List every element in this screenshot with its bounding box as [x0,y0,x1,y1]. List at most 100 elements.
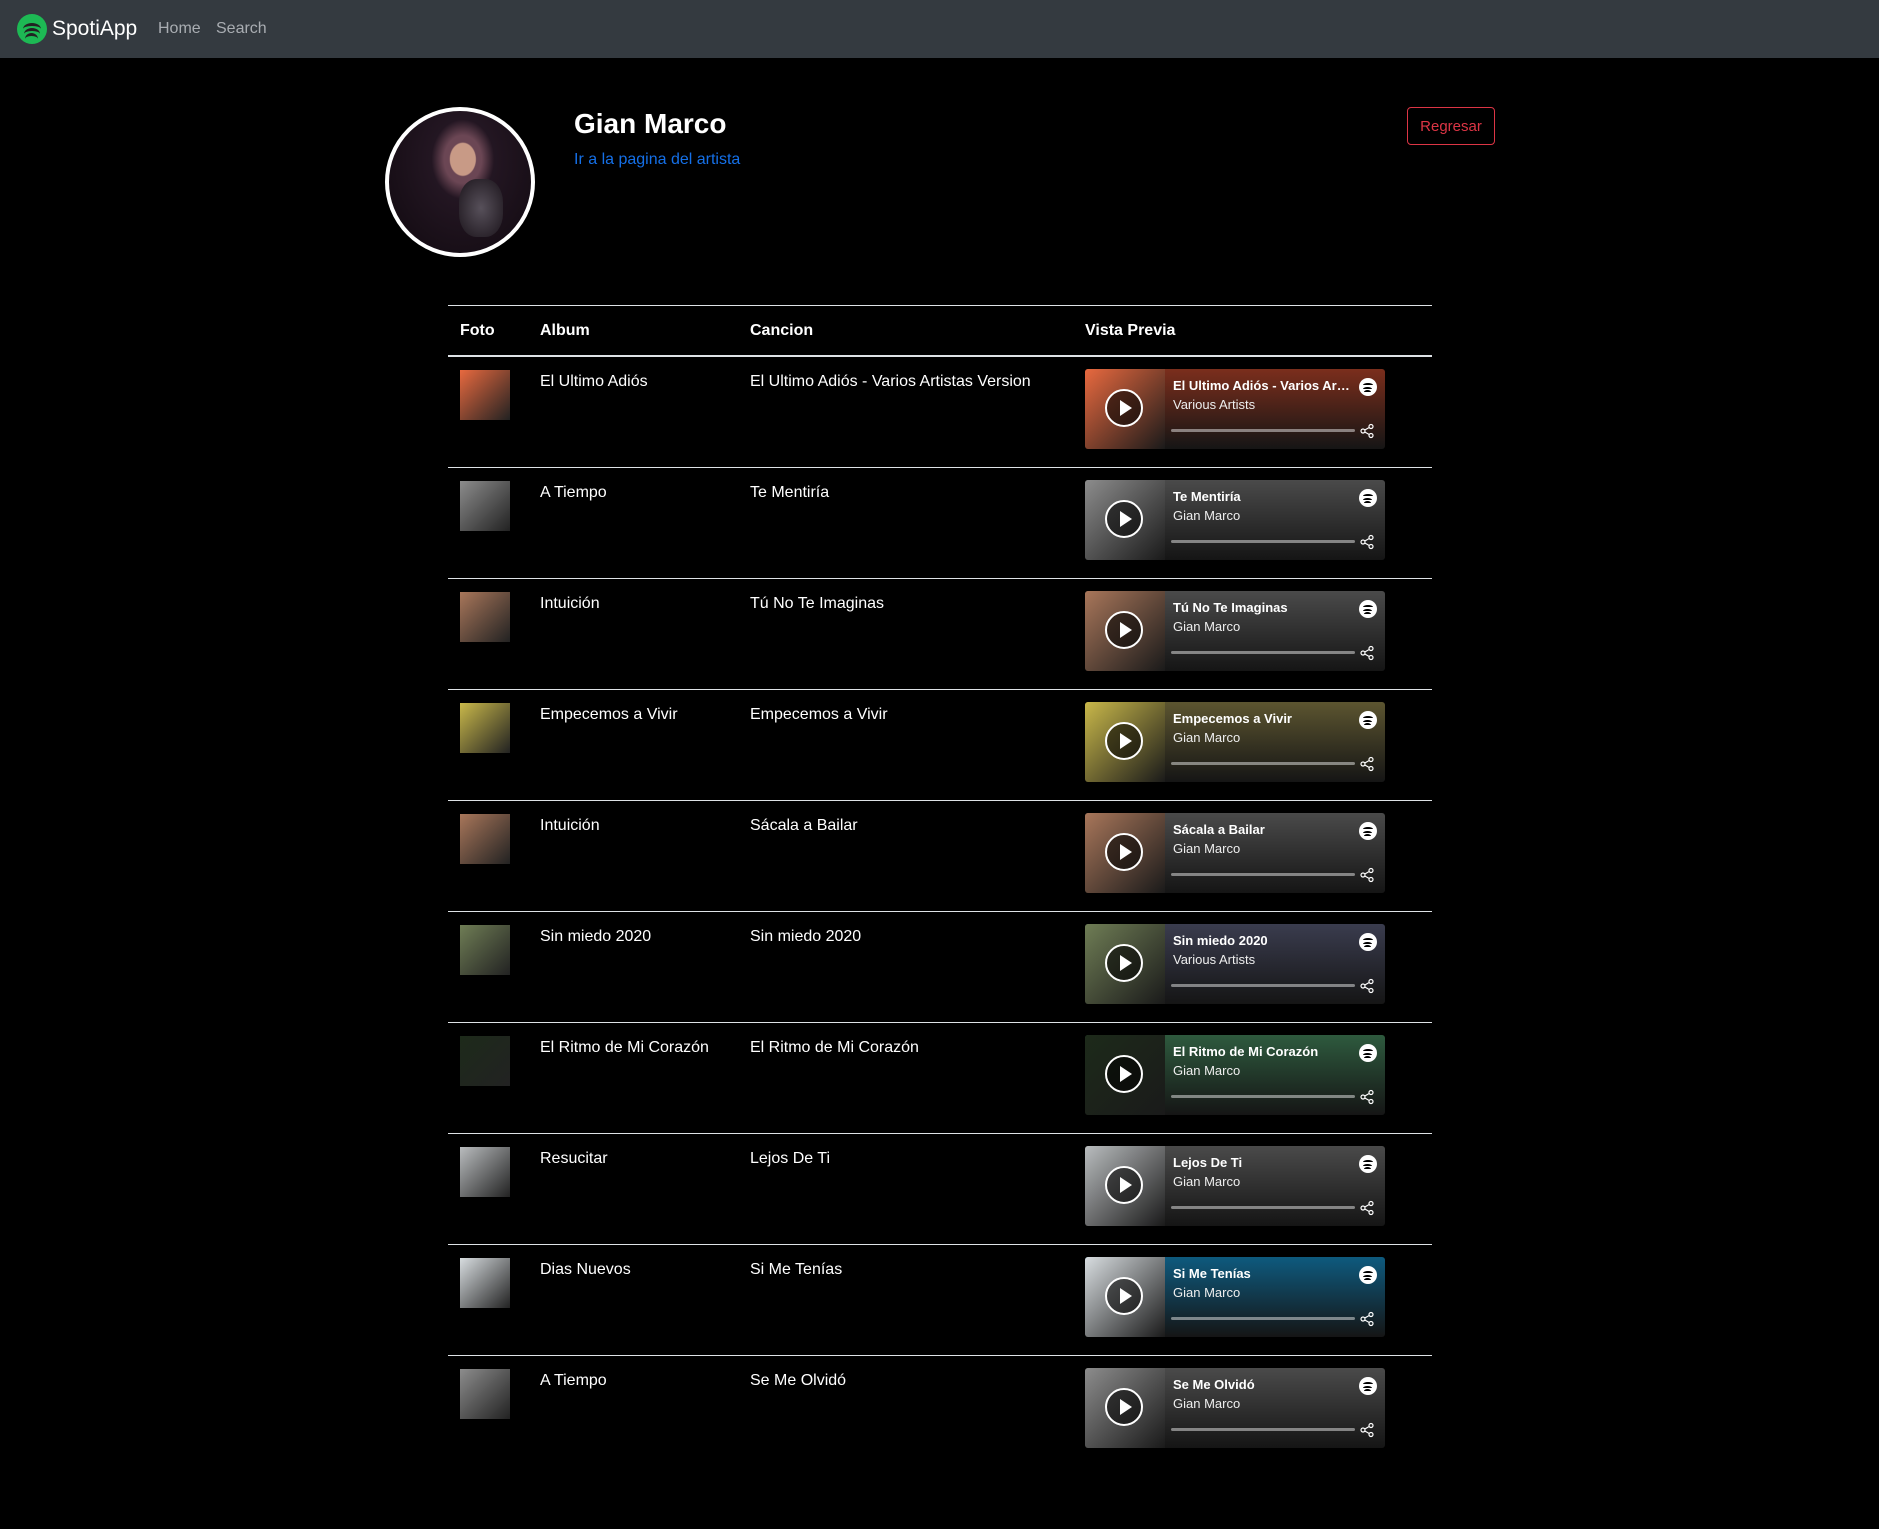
album-name: Sin miedo 2020 [540,928,652,945]
progress-bar[interactable] [1171,651,1355,654]
spotify-icon[interactable] [1359,378,1377,396]
embed-artist-name: Gian Marco [1173,730,1241,745]
share-icon[interactable] [1359,1089,1375,1105]
album-cover-image [460,1369,510,1419]
spotify-icon[interactable] [1359,933,1377,951]
embed-artist-name: Various Artists [1173,397,1256,412]
spotify-embed-player[interactable]: Se Me Olvidó Gian Marco [1085,1368,1385,1448]
share-icon[interactable] [1359,1200,1375,1216]
play-icon[interactable] [1105,722,1143,760]
spotify-embed-player[interactable]: El Ultimo Adiós - Varios Artistas Versio… [1085,369,1385,449]
progress-bar[interactable] [1171,540,1355,543]
table-row: El Ultimo Adiós El Ultimo Adiós - Varios… [448,357,1432,468]
song-name: Te Mentiría [750,484,830,501]
play-icon[interactable] [1105,1166,1143,1204]
share-icon[interactable] [1359,1311,1375,1327]
spotify-embed-player[interactable]: Tú No Te Imaginas Gian Marco [1085,591,1385,671]
artist-avatar [385,107,535,257]
progress-bar[interactable] [1171,984,1355,987]
embed-artist-name: Gian Marco [1173,1396,1241,1411]
song-name: Lejos De Ti [750,1150,831,1167]
play-icon[interactable] [1105,833,1143,871]
artist-page-link[interactable]: Ir a la pagina del artista [574,151,740,169]
header-album: Album [540,322,590,339]
play-icon[interactable] [1105,1055,1143,1093]
song-name: Si Me Tenías [750,1261,843,1278]
embed-track-title: El Ritmo de Mi Corazón [1173,1044,1319,1059]
album-cover-image [460,925,510,975]
play-icon[interactable] [1105,1277,1143,1315]
progress-bar[interactable] [1171,873,1355,876]
table-row: A Tiempo Te Mentiría Te Mentiría Gian Ma… [448,468,1432,579]
album-name: Empecemos a Vivir [540,706,678,723]
share-icon[interactable] [1359,534,1375,550]
spotify-embed-player[interactable]: El Ritmo de Mi Corazón Gian Marco [1085,1035,1385,1115]
embed-artist-name: Gian Marco [1173,1063,1241,1078]
song-name: El Ritmo de Mi Corazón [750,1039,919,1056]
progress-bar[interactable] [1171,1317,1355,1320]
embed-artist-name: Gian Marco [1173,508,1241,523]
embed-track-title: Lejos De Ti [1173,1155,1243,1170]
brand-home-link[interactable]: SpotiApp [17,14,137,44]
progress-bar[interactable] [1171,762,1355,765]
spotify-embed-player[interactable]: Te Mentiría Gian Marco [1085,480,1385,560]
spotify-icon[interactable] [1359,822,1377,840]
song-name: Sácala a Bailar [750,817,858,834]
share-icon[interactable] [1359,867,1375,883]
header-foto: Foto [460,322,495,339]
share-icon[interactable] [1359,423,1375,439]
embed-track-title: Sácala a Bailar [1173,822,1265,837]
spotify-embed-player[interactable]: Empecemos a Vivir Gian Marco [1085,702,1385,782]
spotify-icon[interactable] [1359,1155,1377,1173]
spotify-icon[interactable] [1359,600,1377,618]
spotify-icon[interactable] [1359,1044,1377,1062]
album-name: A Tiempo [540,484,607,501]
song-name: Empecemos a Vivir [750,706,888,723]
album-name: Intuición [540,817,600,834]
song-name: El Ultimo Adiós - Varios Artistas Versio… [750,373,1031,390]
header-vista-previa: Vista Previa [1085,322,1176,339]
embed-artist-name: Gian Marco [1173,619,1241,634]
album-cover-image [460,1147,510,1197]
share-icon[interactable] [1359,978,1375,994]
share-icon[interactable] [1359,1422,1375,1438]
song-name: Tú No Te Imaginas [750,595,884,612]
album-name: El Ritmo de Mi Corazón [540,1039,709,1056]
share-icon[interactable] [1359,645,1375,661]
share-icon[interactable] [1359,756,1375,772]
embed-track-title: Te Mentiría [1173,489,1241,504]
play-icon[interactable] [1105,944,1143,982]
spotify-icon[interactable] [1359,1377,1377,1395]
play-icon[interactable] [1105,500,1143,538]
album-cover-image [460,481,510,531]
progress-bar[interactable] [1171,1095,1355,1098]
table-row: Sin miedo 2020 Sin miedo 2020 Sin miedo … [448,912,1432,1023]
header-cancion: Cancion [750,322,814,339]
album-cover-image [460,1258,510,1308]
nav-home-link[interactable]: Home [158,20,201,38]
play-icon[interactable] [1105,389,1143,427]
spotify-icon[interactable] [1359,489,1377,507]
progress-bar[interactable] [1171,1428,1355,1431]
embed-track-title: Si Me Tenías [1173,1266,1251,1281]
album-name: Intuición [540,595,600,612]
progress-bar[interactable] [1171,1206,1355,1209]
progress-bar[interactable] [1171,429,1355,432]
embed-artist-name: Gian Marco [1173,1285,1241,1300]
spotify-embed-player[interactable]: Sácala a Bailar Gian Marco [1085,813,1385,893]
spotify-logo-icon [17,14,47,44]
spotify-embed-player[interactable]: Lejos De Ti Gian Marco [1085,1146,1385,1226]
table-row: Resucitar Lejos De Ti Lejos De Ti Gian M… [448,1134,1432,1245]
spotify-embed-player[interactable]: Sin miedo 2020 Various Artists [1085,924,1385,1004]
album-name: Dias Nuevos [540,1261,631,1278]
play-icon[interactable] [1105,1388,1143,1426]
spotify-icon[interactable] [1359,711,1377,729]
spotify-icon[interactable] [1359,1266,1377,1284]
spotify-embed-player[interactable]: Si Me Tenías Gian Marco [1085,1257,1385,1337]
album-cover-image [460,703,510,753]
play-icon[interactable] [1105,611,1143,649]
album-cover-image [460,592,510,642]
album-cover-image [460,814,510,864]
nav-search-link[interactable]: Search [216,20,267,38]
back-button[interactable]: Regresar [1407,107,1495,145]
